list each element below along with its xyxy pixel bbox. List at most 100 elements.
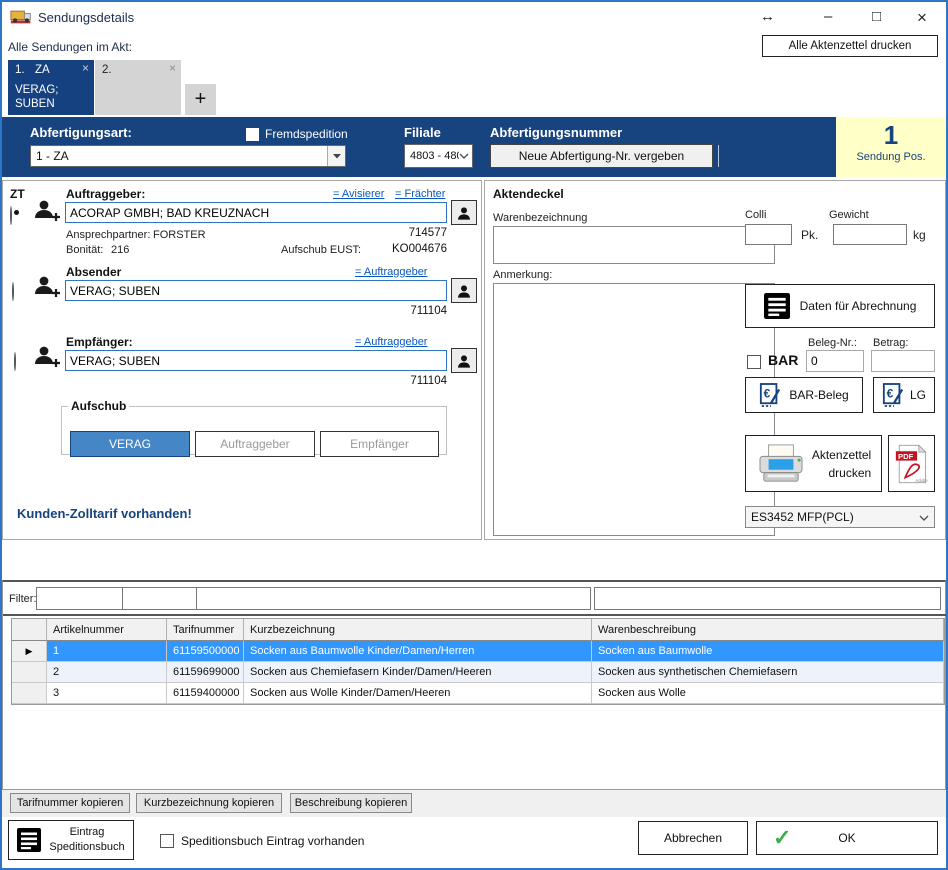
table-row[interactable]: 3 61159400000 Socken aus Wolle Kinder/Da… xyxy=(12,683,944,704)
aktendeckel-panel: Aktendeckel Warenbezeichnung Colli Pk. G… xyxy=(484,180,946,540)
bar-checkbox[interactable] xyxy=(747,355,761,369)
pdf-button[interactable]: PDF Adobe xyxy=(888,435,935,492)
window-close-icon[interactable]: × xyxy=(917,9,927,26)
abfertigungsart-dropdown-arrow-icon[interactable] xyxy=(327,146,345,166)
auftraggeber-add-contact-icon[interactable] xyxy=(33,198,61,224)
alle-aktenzettel-drucken-button[interactable]: Alle Aktenzettel drucken xyxy=(762,35,938,57)
selected-row-arrow-icon: ▶ xyxy=(12,641,47,662)
colli-input[interactable] xyxy=(745,224,792,245)
artikel-table: Artikelnummer Tarifnummer Kurzbezeichnun… xyxy=(11,618,945,705)
absender-contact-button[interactable] xyxy=(451,278,477,303)
table-row[interactable]: 2 61159699000 Socken aus Chemiefasern Ki… xyxy=(12,662,944,683)
gewicht-input[interactable] xyxy=(833,224,907,245)
bonitaet-label: Bonität: xyxy=(66,244,103,256)
aufschub-auftraggeber-button[interactable]: Auftraggeber xyxy=(195,431,315,457)
printer-select-chevron-icon xyxy=(919,510,934,524)
empfaenger-add-contact-icon[interactable] xyxy=(33,344,61,370)
gewicht-unit: kg xyxy=(913,228,926,242)
abbrechen-button[interactable]: Abbrechen xyxy=(638,821,748,855)
euro-receipt-icon: € xyxy=(759,382,781,408)
fraechter-link[interactable]: = Frächter xyxy=(395,188,445,200)
tab1-close-icon[interactable]: × xyxy=(82,61,89,75)
empfaenger-auftraggeber-link[interactable]: = Auftraggeber xyxy=(355,336,427,348)
zt-label: ZT xyxy=(10,187,25,201)
bar-beleg-button[interactable]: € BAR-Beleg xyxy=(745,377,863,413)
add-tab-button[interactable]: + xyxy=(185,84,216,115)
window-minimize-icon[interactable]: – xyxy=(824,9,832,24)
speditionsbuch-checkbox[interactable] xyxy=(160,834,174,848)
window-title: Sendungsdetails xyxy=(38,10,134,25)
toolbar-band: Abfertigungsart: 1 - ZA Fremdspedition F… xyxy=(2,117,946,177)
aufschub-empfaenger-button[interactable]: Empfänger xyxy=(320,431,439,457)
aufschub-group: Aufschub VERAG Auftraggeber Empfänger xyxy=(61,399,447,455)
check-icon: ✓ xyxy=(773,825,791,851)
abfertigungsnummer-label: Abfertigungsnummer xyxy=(490,125,622,140)
empfaenger-radio[interactable] xyxy=(14,352,16,371)
column-header-artikelnummer[interactable]: Artikelnummer xyxy=(47,619,167,641)
beschreibung-kopieren-button[interactable]: Beschreibung kopieren xyxy=(290,793,412,813)
sendung-pos-indicator: 1 Sendung Pos. xyxy=(836,117,946,177)
lg-button[interactable]: € LG xyxy=(873,377,935,413)
printer-select[interactable]: ES3452 MFP(PCL) xyxy=(745,506,935,528)
artikel-section: Filter: Artikelnummer Tarifnummer Kurzbe… xyxy=(2,580,946,790)
tarifnummer-kopieren-button[interactable]: Tarifnummer kopieren xyxy=(10,793,130,813)
absender-auftraggeber-link[interactable]: = Auftraggeber xyxy=(355,266,427,278)
avisierer-link[interactable]: = Avisierer xyxy=(333,188,384,200)
absender-radio[interactable] xyxy=(12,282,14,301)
fremdspedition-checkbox[interactable] xyxy=(246,128,259,141)
anmerkung-textarea[interactable] xyxy=(493,283,775,536)
empfaenger-label: Empfänger: xyxy=(66,335,133,349)
kurzbezeichnung-kopieren-button[interactable]: Kurzbezeichnung kopieren xyxy=(136,793,282,813)
bonitaet-value: 216 xyxy=(111,244,129,256)
filter-label: Filter: xyxy=(9,593,37,605)
empfaenger-contact-button[interactable] xyxy=(451,348,477,373)
auftraggeber-input[interactable] xyxy=(65,202,447,223)
auftraggeber-radio[interactable] xyxy=(10,206,12,225)
colli-label: Colli xyxy=(745,209,766,221)
beleg-nr-input[interactable] xyxy=(806,350,864,372)
aktenzettel-drucken-button[interactable]: Aktenzettel drucken xyxy=(745,435,882,492)
column-header-kurzbezeichnung[interactable]: Kurzbezeichnung xyxy=(244,619,592,641)
table-header-row: Artikelnummer Tarifnummer Kurzbezeichnun… xyxy=(12,619,944,641)
warenbezeichnung-textarea[interactable] xyxy=(493,226,775,264)
filter-warenbeschreibung-input[interactable] xyxy=(594,587,941,610)
filter-kurzbezeichnung-input[interactable] xyxy=(196,587,591,610)
colli-unit: Pk. xyxy=(801,228,818,242)
abfertigungsart-label: Abfertigungsart: xyxy=(30,125,132,140)
auftraggeber-contact-button[interactable] xyxy=(451,200,477,225)
tab1-line2: SUBEN xyxy=(15,98,55,110)
aufschub-legend: Aufschub xyxy=(68,399,129,413)
absender-input[interactable] xyxy=(65,280,447,301)
tab-sendung-2[interactable]: 2. × xyxy=(95,60,181,115)
tab1-line1: VERAG; xyxy=(15,84,58,96)
column-header-warenbeschreibung[interactable]: Warenbeschreibung xyxy=(592,619,944,641)
table-row[interactable]: ▶ 1 61159500000 Socken aus Baumwolle Kin… xyxy=(12,641,944,662)
pdf-icon: PDF Adobe xyxy=(895,443,929,485)
parties-panel: ZT Auftraggeber: = Avisierer = Frächter … xyxy=(2,180,482,540)
tab2-close-icon[interactable]: × xyxy=(169,61,176,75)
betrag-input[interactable] xyxy=(871,350,935,372)
filiale-dropdown[interactable]: 4803 - 480 xyxy=(404,144,473,168)
filter-artikelnummer-input[interactable] xyxy=(36,587,123,610)
aufschub-verag-button[interactable]: VERAG xyxy=(70,431,190,457)
aktendeckel-title: Aktendeckel xyxy=(493,187,564,201)
daten-abrechnung-button[interactable]: Daten für Abrechnung xyxy=(745,284,935,328)
window-maximize-icon[interactable]: □ xyxy=(872,9,881,24)
ok-button[interactable]: ✓ OK xyxy=(756,821,938,855)
warenbezeichnung-label: Warenbezeichnung xyxy=(493,212,587,224)
toolbar-divider xyxy=(718,145,719,167)
abfertigungsart-dropdown[interactable]: 1 - ZA xyxy=(30,145,346,167)
beleg-nr-label: Beleg-Nr.: xyxy=(808,337,857,349)
absender-kundennummer: 711104 xyxy=(363,305,447,317)
column-header-tarifnummer[interactable]: Tarifnummer xyxy=(167,619,244,641)
absender-add-contact-icon[interactable] xyxy=(33,274,61,300)
list-icon xyxy=(17,828,41,852)
eintrag-speditionsbuch-button[interactable]: Eintrag Speditionsbuch xyxy=(8,820,134,860)
tab-sendung-1[interactable]: 1. ZA × VERAG; SUBEN xyxy=(8,60,94,115)
akt-label: Alle Sendungen im Akt: xyxy=(8,40,132,54)
empfaenger-input[interactable] xyxy=(65,350,447,371)
neue-abfertigung-button[interactable]: Neue Abfertigung-Nr. vergeben xyxy=(490,144,713,168)
tab2-number: 2. xyxy=(102,64,112,76)
filter-tarifnummer-input[interactable] xyxy=(122,587,197,610)
window-resize-icon[interactable]: ↔ xyxy=(760,9,775,24)
